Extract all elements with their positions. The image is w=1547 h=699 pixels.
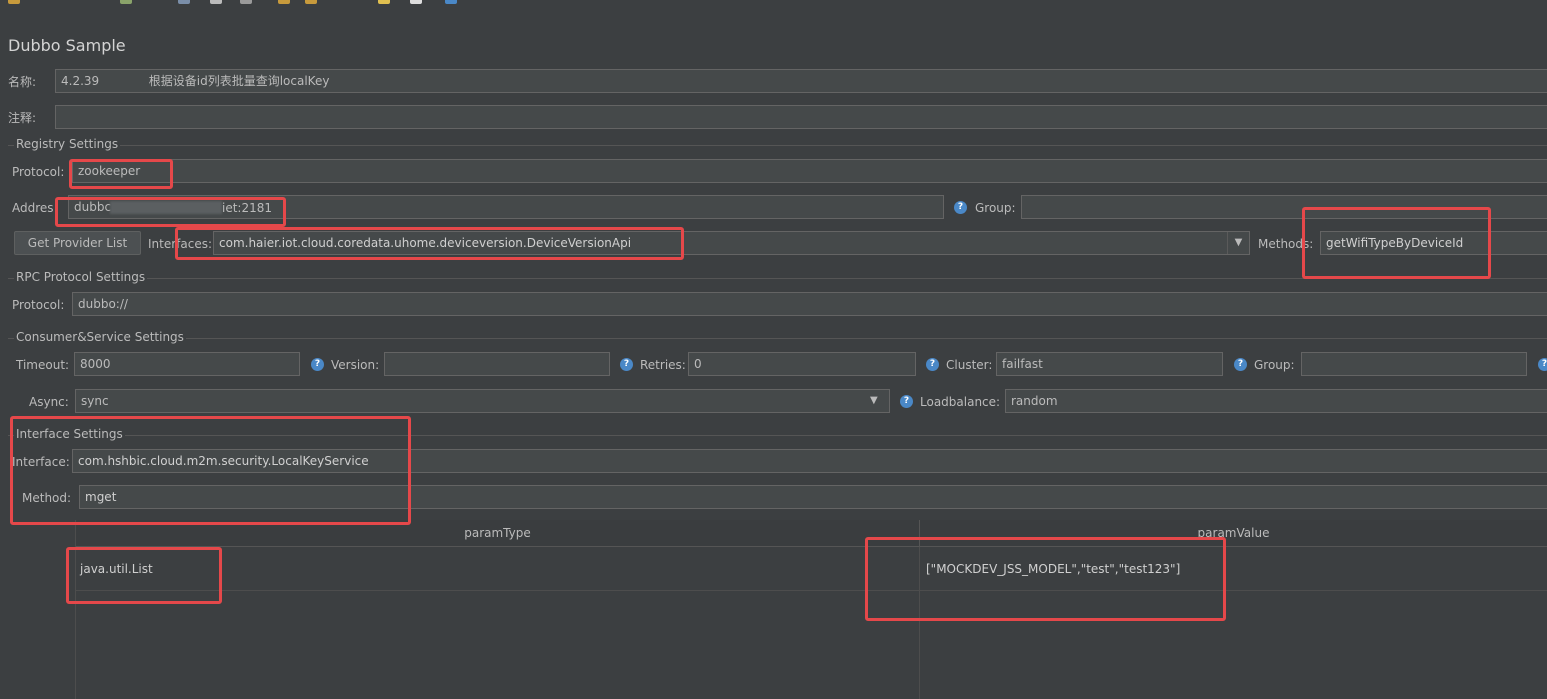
consumer-group-field[interactable]	[1301, 352, 1527, 376]
name-field[interactable]: 4.2.39 根据设备id列表批量查询localKey	[55, 69, 1547, 93]
interface-section-title: Interface Settings	[14, 427, 125, 441]
consumer-group-label: Group:	[1254, 358, 1295, 372]
table-cell-param-type[interactable]: java.util.List	[80, 562, 153, 576]
rpc-section-title: RPC Protocol Settings	[14, 270, 148, 284]
registry-methods-field[interactable]: getWifiTypeByDeviceId	[1320, 231, 1547, 255]
page-title: Dubbo Sample	[8, 36, 126, 55]
registry-methods-label: Methods:	[1258, 237, 1314, 251]
cut-icon[interactable]	[178, 0, 190, 4]
rpc-section-line	[8, 278, 1547, 279]
help-icon-edge[interactable]: ?	[1538, 358, 1547, 371]
registry-group-field[interactable]	[1021, 195, 1547, 219]
cluster-label: Cluster:	[946, 358, 993, 372]
comment-label: 注释:	[8, 111, 37, 125]
loadbalance-label: Loadbalance:	[920, 395, 1001, 409]
async-combo[interactable]: sync	[75, 389, 890, 413]
expand-icon[interactable]	[278, 0, 290, 4]
address-prefix: dubbc	[74, 200, 112, 214]
open-icon[interactable]	[8, 0, 20, 4]
registry-interfaces-value: com.haier.iot.cloud.coredata.uhome.devic…	[219, 236, 632, 250]
help-icon-retries[interactable]: ?	[620, 358, 633, 371]
registry-protocol-field[interactable]: zookeeper	[72, 159, 1547, 183]
timeout-field[interactable]: 8000	[74, 352, 300, 376]
retries-field[interactable]: 0	[688, 352, 916, 376]
table-row-divider	[76, 590, 1547, 591]
registry-protocol-label: Protocol:	[12, 165, 65, 179]
paste-icon[interactable]	[240, 0, 252, 4]
version-field[interactable]	[384, 352, 610, 376]
consumer-section-title: Consumer&Service Settings	[14, 330, 186, 344]
loadbalance-field[interactable]: random	[1005, 389, 1547, 413]
param-value-header[interactable]: paramValue	[920, 520, 1547, 547]
retries-label: Retries:	[640, 358, 686, 372]
async-label: Async:	[29, 395, 69, 409]
toolbar	[0, 0, 1547, 8]
toggle-icon[interactable]	[378, 0, 390, 4]
table-column-divider	[919, 547, 920, 699]
registry-address-label: Addres	[12, 201, 54, 215]
interface-label: Interface:	[12, 455, 70, 469]
help-icon-version[interactable]: ?	[311, 358, 324, 371]
rpc-protocol-field[interactable]: dubbo://	[72, 292, 1547, 316]
cluster-field[interactable]: failfast	[996, 352, 1223, 376]
registry-group-label: Group:	[975, 201, 1016, 215]
collapse-icon[interactable]	[305, 0, 317, 4]
comment-field[interactable]	[55, 105, 1547, 129]
interface-section-line	[8, 435, 1547, 436]
chevron-down-icon[interactable]: ▼	[1227, 232, 1249, 254]
param-type-header[interactable]: paramType	[76, 520, 920, 547]
registry-section-line	[8, 145, 1547, 146]
address-redaction	[110, 201, 222, 214]
save-icon[interactable]	[120, 0, 132, 4]
interface-field[interactable]: com.hshbic.cloud.m2m.security.LocalKeySe…	[72, 449, 1547, 473]
method-label: Method:	[22, 491, 72, 505]
registry-interfaces-combo[interactable]: com.haier.iot.cloud.coredata.uhome.devic…	[213, 231, 1250, 255]
registry-address-suffix: iet:2181	[222, 201, 273, 215]
async-value: sync	[81, 394, 109, 408]
registry-interfaces-label: Interfaces:	[148, 237, 213, 251]
table-cell-param-value[interactable]: ["MOCKDEV_JSS_MODEL","test","test123"]	[926, 562, 1180, 576]
registry-section-title: Registry Settings	[14, 137, 121, 151]
help-icon-consumer-group[interactable]: ?	[1234, 358, 1247, 371]
help-icon[interactable]	[445, 0, 457, 4]
help-icon-cluster[interactable]: ?	[926, 358, 939, 371]
get-provider-list-button[interactable]: Get Provider List	[14, 231, 141, 255]
version-label: Version:	[331, 358, 380, 372]
clear-icon[interactable]	[410, 0, 422, 4]
help-icon-loadbalance[interactable]: ?	[900, 395, 913, 408]
async-chevron-down-icon[interactable]: ▼	[870, 395, 878, 406]
rpc-protocol-label: Protocol:	[12, 298, 65, 312]
copy-icon[interactable]	[210, 0, 222, 4]
help-icon-registry-group[interactable]: ?	[954, 201, 967, 214]
consumer-section-line	[8, 338, 1547, 339]
method-field[interactable]: mget	[79, 485, 1547, 509]
timeout-label: Timeout:	[16, 358, 70, 372]
name-label: 名称:	[8, 75, 37, 89]
